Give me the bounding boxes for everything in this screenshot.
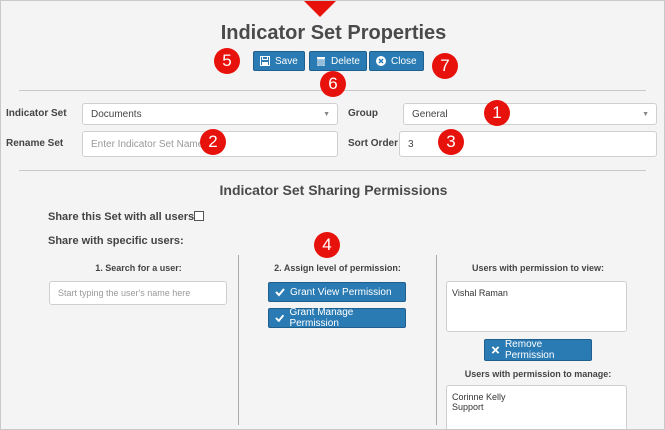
indicator-set-label: Indicator Set: [6, 108, 67, 119]
assign-permission-heading: 2. Assign level of permission:: [274, 263, 401, 273]
close-icon: [491, 346, 500, 354]
close-label: Close: [391, 55, 417, 67]
callout-badge: 6: [320, 71, 346, 97]
dropdown-caret-icon: ▼: [642, 111, 649, 118]
group-value: General: [412, 108, 448, 120]
save-label: Save: [275, 55, 298, 67]
list-item[interactable]: Support: [452, 402, 621, 412]
search-user-heading: 1. Search for a user:: [95, 263, 182, 273]
sort-order-value: 3: [408, 138, 414, 150]
remove-permission-button[interactable]: Remove Permission: [484, 339, 592, 361]
view-users-heading: Users with permission to view:: [471, 263, 605, 273]
delete-label: Delete: [331, 55, 360, 67]
divider: [19, 170, 646, 171]
save-icon: [260, 56, 270, 66]
grant-manage-button[interactable]: Grant Manage Permission: [268, 307, 406, 329]
dialog-frame: Indicator Set Properties Save Delete Clo…: [0, 0, 665, 430]
remove-permission-label: Remove Permission: [504, 339, 555, 361]
group-label: Group: [348, 108, 378, 119]
callout-badge: 5: [214, 48, 240, 74]
sharing-section-title: Indicator Set Sharing Permissions: [219, 182, 448, 198]
rename-set-placeholder: Enter Indicator Set Name: [91, 138, 204, 150]
callout-badge: 7: [432, 53, 458, 79]
manage-users-list[interactable]: Corinne Kelly Support: [446, 385, 627, 429]
manage-users-heading: Users with permission to manage:: [464, 369, 612, 379]
grant-view-button[interactable]: Grant View Permission: [268, 282, 406, 302]
rename-set-label: Rename Set: [6, 138, 64, 149]
checkmark-icon: [275, 314, 285, 323]
column-divider: [238, 255, 239, 425]
callout-pointer: [304, 1, 336, 17]
user-search-placeholder: Start typing the user's name here: [58, 288, 191, 298]
share-specific-label: Share with specific users:: [48, 235, 184, 247]
grant-view-label: Grant View Permission: [290, 286, 392, 298]
indicator-set-select[interactable]: Documents ▼: [82, 103, 338, 125]
callout-badge: 1: [484, 100, 510, 126]
grant-manage-label: Grant Manage Permission: [289, 307, 354, 329]
trash-icon: [317, 57, 325, 66]
checkmark-icon: [275, 288, 285, 297]
callout-badge: 3: [438, 129, 464, 155]
callout-badge: 2: [200, 129, 226, 155]
list-item[interactable]: Vishal Raman: [452, 288, 621, 298]
close-circle-icon: [376, 56, 386, 66]
list-item[interactable]: Corinne Kelly: [452, 392, 621, 402]
save-button[interactable]: Save: [253, 51, 305, 71]
view-users-list[interactable]: Vishal Raman: [446, 281, 627, 332]
share-all-checkbox[interactable]: [194, 211, 204, 221]
sort-order-label: Sort Order: [348, 138, 399, 149]
close-button[interactable]: Close: [369, 51, 424, 71]
share-all-label: Share this Set with all users:: [48, 211, 198, 223]
user-search-input[interactable]: Start typing the user's name here: [49, 281, 227, 305]
callout-badge: 4: [314, 232, 340, 258]
dialog-title: Indicator Set Properties: [220, 22, 447, 44]
indicator-set-value: Documents: [91, 108, 142, 120]
dropdown-caret-icon: ▼: [323, 111, 330, 118]
column-divider: [436, 255, 437, 425]
group-select[interactable]: General ▼: [403, 103, 657, 125]
delete-button[interactable]: Delete: [309, 51, 367, 71]
